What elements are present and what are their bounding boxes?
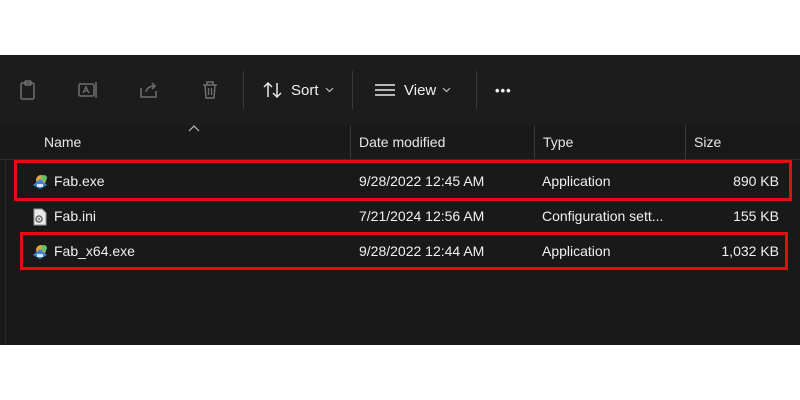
toolbar-divider <box>476 71 477 109</box>
share-icon[interactable] <box>138 79 160 101</box>
column-header-type[interactable]: Type <box>535 125 685 159</box>
file-row[interactable]: Fab.ini 7/21/2024 12:56 AM Configuration… <box>18 201 788 231</box>
file-row[interactable]: Fab_x64.exe 9/28/2022 12:44 AM Applicati… <box>18 236 788 266</box>
column-header-row: Name Date modified Type Size <box>0 125 800 160</box>
rename-icon[interactable] <box>77 79 99 101</box>
application-icon <box>31 243 49 261</box>
column-header-date[interactable]: Date modified <box>351 125 534 159</box>
file-explorer-window: Sort View ••• Name Date modified Type Si… <box>0 55 800 345</box>
view-label: View <box>404 81 437 99</box>
file-size: 890 KB <box>733 173 779 189</box>
sort-arrows-icon <box>263 81 282 99</box>
file-type: Application <box>542 173 611 189</box>
more-label: ••• <box>495 82 512 98</box>
file-row[interactable]: Fab.exe 9/28/2022 12:45 AM Application 8… <box>18 166 788 196</box>
file-size: 1,032 KB <box>721 243 779 259</box>
sort-label: Sort <box>291 81 319 99</box>
more-options-button[interactable]: ••• <box>495 77 512 103</box>
view-button[interactable]: View <box>374 77 451 103</box>
file-name: Fab.ini <box>54 208 97 224</box>
file-name: Fab.exe <box>54 173 105 189</box>
chevron-down-icon <box>442 87 451 93</box>
file-date: 9/28/2022 12:44 AM <box>359 243 485 259</box>
file-size: 155 KB <box>733 208 779 224</box>
file-name: Fab_x64.exe <box>54 243 135 259</box>
chevron-down-icon <box>325 87 333 93</box>
delete-icon[interactable] <box>199 79 221 101</box>
file-type: Application <box>542 243 611 259</box>
application-icon <box>31 173 49 191</box>
view-list-icon <box>375 84 395 96</box>
toolbar-divider <box>243 71 244 109</box>
column-header-name[interactable]: Name <box>36 125 350 159</box>
command-bar: Sort View ••• <box>0 55 800 125</box>
navigation-pane-edge <box>0 159 6 345</box>
file-date: 7/21/2024 12:56 AM <box>359 208 485 224</box>
sort-button[interactable]: Sort <box>263 77 334 103</box>
toolbar-divider <box>352 71 353 109</box>
column-header-size[interactable]: Size <box>686 125 800 159</box>
settings-file-icon <box>31 208 49 226</box>
file-type: Configuration sett... <box>542 208 664 224</box>
file-date: 9/28/2022 12:45 AM <box>359 173 485 189</box>
paste-icon[interactable] <box>17 79 39 101</box>
